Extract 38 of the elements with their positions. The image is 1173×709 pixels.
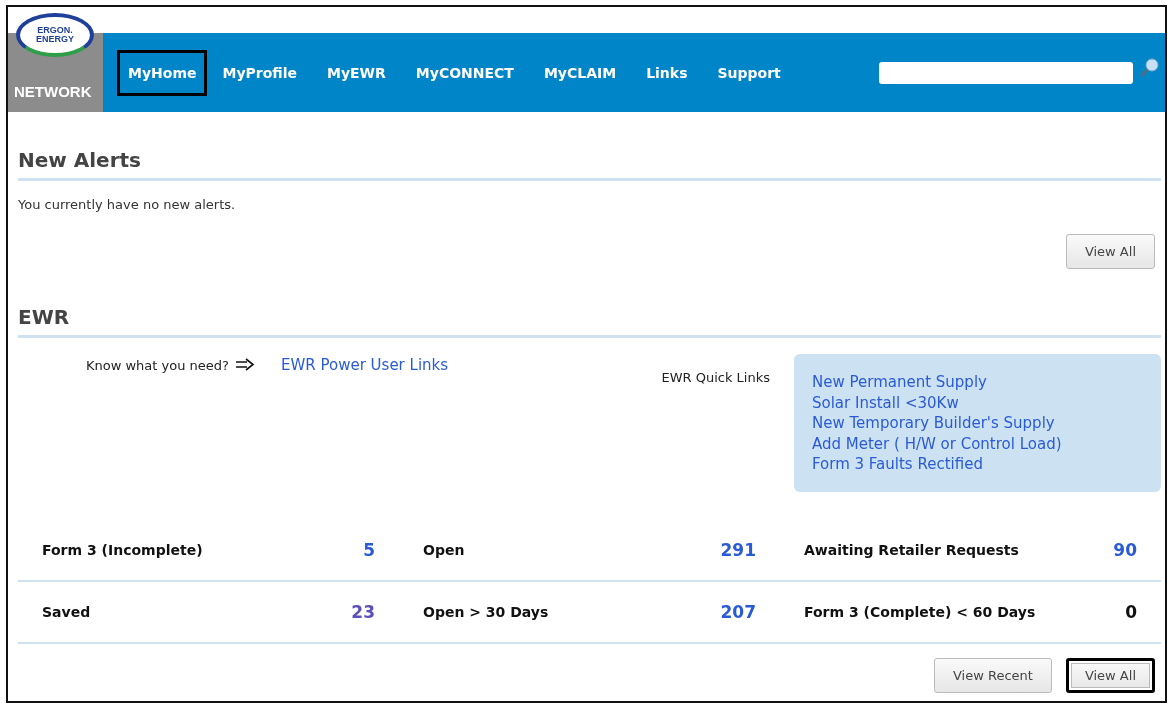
quick-link[interactable]: New Permanent Supply	[812, 372, 1143, 393]
quick-link[interactable]: Solar Install <30Kw	[812, 392, 1143, 413]
stat-label: Form 3 (Incomplete)	[42, 542, 203, 558]
logo: ERGON. ENERGY	[16, 13, 94, 57]
view-all-button[interactable]: View All	[1065, 234, 1155, 269]
arrow-icon	[234, 358, 255, 372]
nav-link[interactable]: MyProfile	[211, 49, 308, 96]
stat-count[interactable]: 5	[363, 540, 375, 560]
stat-count[interactable]: 0	[1125, 602, 1137, 622]
stat-label: Open > 30 Days	[423, 604, 549, 620]
search-field[interactable]	[879, 61, 1133, 84]
quick-link[interactable]: Form 3 Faults Rectified	[812, 454, 1143, 475]
logo-caption: NETWORK	[14, 83, 92, 100]
stat-count[interactable]: 90	[1113, 540, 1137, 560]
stat-count[interactable]: 23	[351, 602, 375, 622]
alerts-message: You currently have no new alerts.	[18, 197, 237, 212]
quick-link[interactable]: New Temporary Builder's Supply	[812, 413, 1143, 434]
view-button[interactable]: View Recent	[933, 658, 1052, 693]
stat-count[interactable]: 291	[720, 540, 756, 560]
nav-link[interactable]: Support	[706, 49, 792, 96]
nav-link[interactable]: MyCONNECT	[404, 49, 525, 96]
stat-label: Saved	[42, 604, 91, 620]
nav-link[interactable]: MyCLAIM	[532, 49, 628, 96]
section-title: EWR	[18, 305, 1161, 338]
prompt-text: Know what you need?	[86, 358, 229, 373]
stat-label: Form 3 (Complete) < 60 Days	[804, 604, 1036, 620]
power-user-link[interactable]: EWR Power User Links	[280, 356, 449, 374]
view-button[interactable]: View All	[1065, 658, 1155, 693]
quick-links-label: EWR Quick Links	[661, 370, 770, 385]
nav-link[interactable]: MyEWR	[316, 49, 397, 96]
nav-link[interactable]: Links	[635, 49, 699, 96]
stat-label: Awaiting Retailer Requests	[804, 542, 1019, 558]
stat-label: Open	[423, 542, 465, 558]
quick-link[interactable]: Add Meter ( H/W or Control Load)	[812, 433, 1143, 454]
nav-link[interactable]: MyHome	[117, 49, 208, 96]
search-icon[interactable]	[1139, 57, 1159, 78]
section-title: New Alerts	[18, 148, 1161, 181]
stat-count[interactable]: 207	[720, 602, 756, 622]
